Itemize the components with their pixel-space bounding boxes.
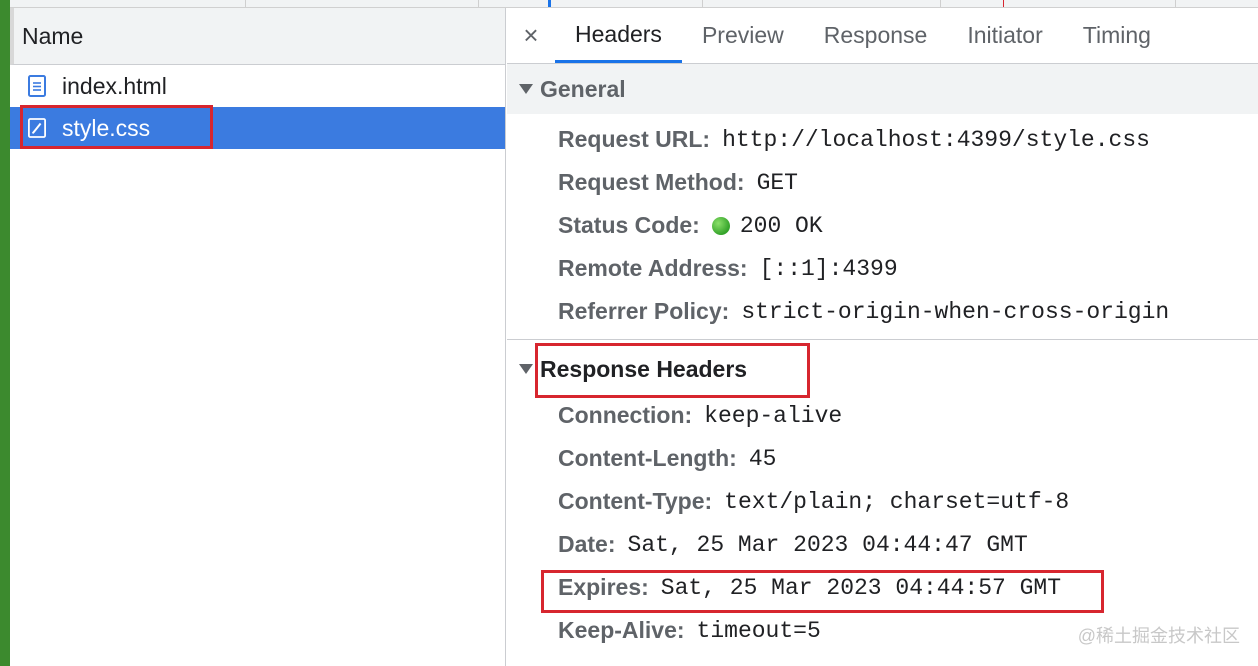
left-edge-strip [0, 0, 10, 666]
general-section-toggle[interactable]: General [507, 64, 1258, 114]
status-ok-icon [711, 216, 730, 235]
request-list-panel: Name index.html style.css [10, 8, 506, 666]
request-name: style.css [62, 114, 151, 141]
details-tabbar: × Headers Preview Response Initiator Tim… [507, 8, 1258, 64]
tab-headers[interactable]: Headers [555, 8, 682, 63]
stylesheet-icon [28, 117, 46, 139]
document-icon [28, 75, 46, 97]
tab-response[interactable]: Response [804, 8, 948, 63]
header-row-connection: Connection: keep-alive [558, 402, 843, 429]
request-details-panel: × Headers Preview Response Initiator Tim… [507, 8, 1258, 666]
request-name: index.html [62, 72, 167, 99]
header-row-remote-address: Remote Address: [::1]:4399 [558, 255, 898, 282]
tab-timing[interactable]: Timing [1063, 8, 1171, 63]
tab-preview[interactable]: Preview [682, 8, 804, 63]
header-row-request-method: Request Method: GET [558, 169, 798, 196]
section-divider [507, 339, 1258, 340]
request-row-style-css[interactable]: style.css [10, 107, 505, 149]
header-row-referrer-policy: Referrer Policy: strict-origin-when-cross… [558, 298, 1170, 325]
expand-triangle-icon [519, 84, 533, 94]
header-row-expires: Expires: Sat, 25 Mar 2023 04:44:57 GMT [558, 574, 1062, 601]
top-toolbar-strip [10, 0, 1258, 8]
header-row-request-url: Request URL: http://localhost:4399/style.… [558, 126, 1150, 153]
close-icon[interactable]: × [507, 8, 555, 63]
general-rows: Request URL: http://localhost:4399/style.… [507, 114, 1258, 333]
expand-triangle-icon [519, 364, 533, 374]
response-header-rows: Connection: keep-alive Content-Length: 45 … [507, 394, 1258, 652]
header-row-status-code: Status Code: 200 OK [558, 212, 823, 239]
name-column-label: Name [22, 22, 84, 49]
header-row-content-type: Content-Type: text/plain; charset=utf-8 [558, 488, 1070, 515]
request-row-index-html[interactable]: index.html [10, 65, 505, 107]
name-column-header[interactable]: Name [10, 8, 505, 65]
response-headers-title: Response Headers [540, 355, 748, 382]
response-headers-section-toggle[interactable]: Response Headers [507, 344, 1258, 394]
tab-initiator[interactable]: Initiator [947, 8, 1062, 63]
watermark-text: @稀土掘金技术社区 [1077, 626, 1240, 646]
general-section-title: General [540, 75, 626, 102]
header-row-content-length: Content-Length: 45 [558, 445, 777, 472]
header-row-date: Date: Sat, 25 Mar 2023 04:44:47 GMT [558, 531, 1028, 558]
